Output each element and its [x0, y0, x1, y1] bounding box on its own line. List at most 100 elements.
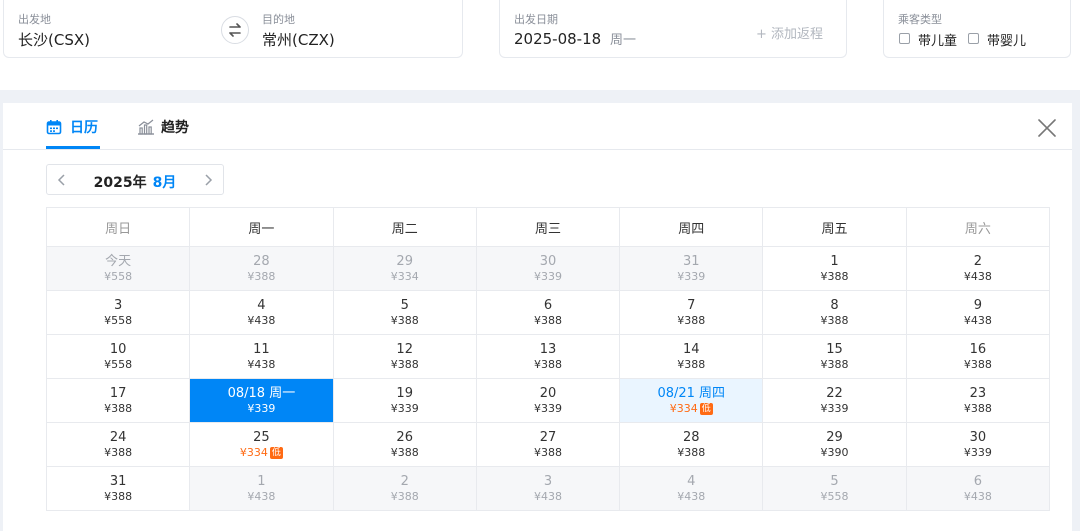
calendar-day-cell[interactable]: 8 ¥388	[762, 290, 907, 335]
day-price: ¥390	[763, 446, 905, 460]
calendar-day-cell[interactable]: 12 ¥388	[332, 334, 477, 379]
day-number: 11	[253, 341, 270, 357]
tab-calendar[interactable]: 日历	[46, 117, 98, 137]
day-number: 20	[539, 385, 557, 401]
trend-chart-icon	[137, 118, 155, 136]
calendar-day-cell[interactable]: 1 ¥388	[762, 246, 907, 291]
day-price: ¥438	[477, 490, 619, 504]
tab-calendar-label: 日历	[70, 120, 98, 136]
price-text: ¥334	[239, 445, 268, 459]
calendar-day-cell[interactable]: 4 ¥438	[189, 290, 334, 335]
calendar-day-cell[interactable]: 14 ¥388	[619, 334, 764, 379]
calendar-day-cell[interactable]: 20 ¥339	[475, 378, 621, 423]
day-number: 26	[396, 429, 413, 445]
calendar-day-cell[interactable]: 3 ¥558	[45, 290, 191, 335]
day-number: 2	[400, 473, 409, 489]
child-checkbox-label[interactable]: 带儿童	[918, 30, 957, 49]
depart-date-value[interactable]: 2025-08-18 周一	[514, 29, 636, 48]
price-text: ¥388	[390, 489, 419, 503]
to-city-input[interactable]: 常州(CZX)	[262, 29, 335, 50]
day-price: ¥388	[334, 358, 476, 372]
price-text: ¥334	[669, 401, 698, 415]
calendar-day-cell[interactable]: 11 ¥438	[189, 334, 334, 379]
next-month-button[interactable]	[193, 165, 223, 194]
calendar-day-cell[interactable]: 25 ¥334 低	[189, 422, 334, 467]
day-number: 27	[539, 429, 557, 445]
calendar-day-cell[interactable]: 22 ¥339	[762, 378, 907, 423]
depart-date-label: 出发日期	[514, 13, 558, 26]
calendar-day-cell[interactable]: 27 ¥388	[475, 422, 621, 467]
calendar-day-cell[interactable]: 2 ¥388	[332, 466, 477, 511]
swap-icon	[229, 23, 241, 37]
calendar-day-cell[interactable]: 今天 ¥558	[45, 246, 191, 291]
calendar-day-cell[interactable]: 17 ¥388	[45, 378, 191, 423]
calendar-day-cell[interactable]: 24 ¥388	[45, 422, 191, 467]
calendar-day-cell[interactable]: 31 ¥388	[45, 466, 191, 511]
day-number: 6	[973, 473, 982, 489]
day-number: 19	[396, 385, 413, 401]
calendar-week-row: 3 ¥558 4 ¥438 5 ¥388 6 ¥388 7 ¥388 8 ¥388 9 ¥438	[45, 290, 1051, 335]
tab-trend[interactable]: 趋势	[137, 117, 189, 137]
day-number: 17	[109, 385, 127, 401]
calendar-day-cell[interactable]: 28 ¥388	[619, 422, 764, 467]
calendar-day-cell[interactable]: 30 ¥339	[475, 246, 621, 291]
day-price: ¥339	[477, 402, 619, 416]
calendar-day-cell[interactable]: 9 ¥438	[905, 290, 1051, 335]
close-button[interactable]	[1036, 117, 1058, 139]
calendar-day-cell[interactable]: 29 ¥390	[762, 422, 907, 467]
child-checkbox[interactable]	[899, 33, 910, 44]
add-return-button[interactable]: + 添加返程	[756, 23, 823, 42]
day-price: ¥388	[334, 446, 476, 460]
day-price: ¥438	[190, 358, 332, 372]
day-price: ¥388	[477, 446, 619, 460]
passenger-type-label: 乘客类型	[898, 13, 942, 26]
price-text: ¥388	[247, 269, 276, 283]
low-price-badge: 低	[699, 402, 713, 415]
day-number: 1	[830, 253, 839, 269]
price-text: ¥339	[533, 401, 562, 415]
calendar-day-cell[interactable]: 5 ¥388	[332, 290, 477, 335]
price-text: ¥438	[533, 489, 562, 503]
swap-cities-button[interactable]	[221, 16, 249, 44]
calendar-day-cell[interactable]: 2 ¥438	[905, 246, 1051, 291]
calendar-day-cell[interactable]: 28 ¥388	[189, 246, 334, 291]
day-price: ¥388	[47, 490, 189, 504]
calendar-day-cell[interactable]: 31 ¥339	[619, 246, 764, 291]
day-number: 30	[969, 429, 987, 445]
calendar-day-cell[interactable]: 08/18 周一 ¥339	[189, 378, 334, 423]
day-number: 28	[253, 253, 270, 269]
calendar-day-cell[interactable]: 4 ¥438	[619, 466, 764, 511]
calendar-day-cell[interactable]: 26 ¥388	[332, 422, 477, 467]
calendar-day-cell[interactable]: 3 ¥438	[475, 466, 621, 511]
price-text: ¥438	[247, 313, 276, 327]
from-city-input[interactable]: 长沙(CSX)	[18, 29, 90, 50]
calendar-day-cell[interactable]: 15 ¥388	[762, 334, 907, 379]
calendar-tabs: 日历 趋势	[3, 103, 1072, 150]
price-text: ¥438	[963, 489, 992, 503]
calendar-day-cell[interactable]: 5 ¥558	[762, 466, 907, 511]
calendar-day-cell[interactable]: 6 ¥438	[905, 466, 1051, 511]
calendar-day-cell[interactable]: 10 ¥558	[45, 334, 191, 379]
weekday-header: 周二	[332, 207, 477, 247]
infant-checkbox[interactable]	[968, 33, 979, 44]
calendar-day-cell[interactable]: 30 ¥339	[905, 422, 1051, 467]
depart-date-text: 2025-08-18	[514, 30, 602, 48]
depart-date-card[interactable]: 出发日期 2025-08-18 周一 + 添加返程	[499, 0, 847, 58]
close-icon	[1038, 119, 1056, 137]
day-number: 4	[257, 297, 266, 313]
price-text: ¥558	[104, 357, 133, 371]
day-number: 30	[539, 253, 557, 269]
price-text: ¥388	[677, 445, 706, 459]
calendar-day-cell[interactable]: 08/21 周四 ¥334 低	[619, 378, 764, 423]
infant-checkbox-label[interactable]: 带婴儿	[987, 30, 1026, 49]
calendar-day-cell[interactable]: 1 ¥438	[189, 466, 334, 511]
calendar-day-cell[interactable]: 7 ¥388	[619, 290, 764, 335]
day-number: 08/21 周四	[657, 385, 726, 401]
calendar-day-cell[interactable]: 6 ¥388	[475, 290, 621, 335]
calendar-day-cell[interactable]: 16 ¥388	[905, 334, 1051, 379]
calendar-day-cell[interactable]: 19 ¥339	[332, 378, 477, 423]
calendar-day-cell[interactable]: 13 ¥388	[475, 334, 621, 379]
calendar-day-cell[interactable]: 29 ¥334	[332, 246, 477, 291]
calendar-day-cell[interactable]: 23 ¥388	[905, 378, 1051, 423]
day-number: 5	[830, 473, 839, 489]
